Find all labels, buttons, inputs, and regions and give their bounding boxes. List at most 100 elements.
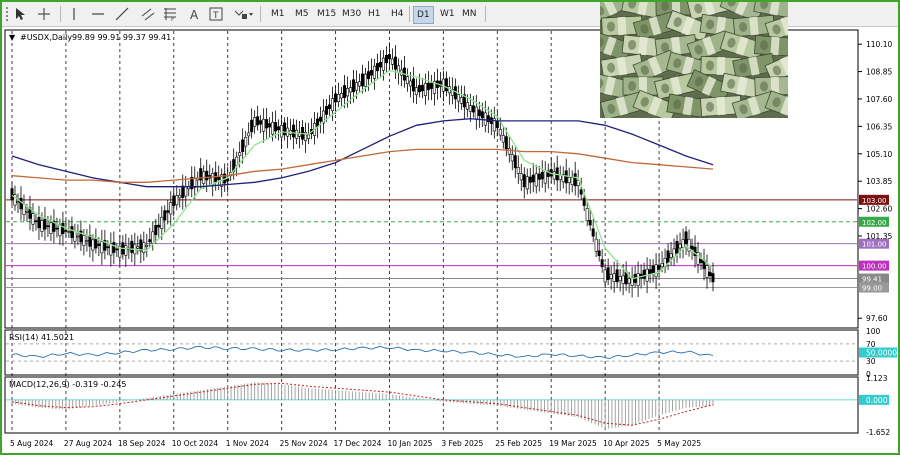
candle-body [346, 88, 350, 97]
candle-body [675, 240, 679, 254]
candle-body [603, 269, 607, 283]
rsi-tick-label: 30 [866, 357, 876, 366]
candle-body [67, 231, 71, 233]
level-tag-label: 99.41 [862, 276, 882, 284]
candle-body [708, 271, 712, 277]
candle-body [636, 273, 640, 286]
time-tick-label: 25 Nov 2024 [280, 439, 328, 448]
candle-body [414, 87, 418, 96]
candle-body [711, 273, 715, 283]
candle-body [537, 173, 541, 180]
macd-tick-label: 0.000 [866, 396, 888, 405]
candle-body [519, 173, 523, 181]
macd-title: MACD(12,26,9) -0.319 -0.245 [9, 380, 126, 389]
candle-body [58, 224, 62, 237]
candle-body [166, 210, 170, 213]
candle-body [525, 176, 529, 190]
candle-body [510, 154, 514, 162]
candle-body [531, 174, 535, 183]
candle-body [660, 263, 664, 268]
candle-body [597, 250, 601, 257]
candle-body [205, 170, 209, 181]
time-tick-label: 19 Mar 2025 [549, 439, 597, 448]
candle-body [426, 82, 430, 91]
time-tick-label: 3 Feb 2025 [441, 439, 483, 448]
candle-body [73, 230, 77, 242]
candle-body [540, 171, 544, 180]
candle-body [175, 195, 179, 206]
candle-body [49, 222, 53, 234]
candle-body [82, 235, 86, 246]
candle-body [10, 188, 14, 200]
candle-body [94, 237, 98, 249]
candle-body [657, 264, 661, 270]
candle-body [468, 105, 472, 112]
candle-body [582, 197, 586, 206]
candle-body [16, 201, 20, 203]
candle-body [124, 245, 128, 256]
candle-body [474, 106, 478, 120]
candle-body [396, 65, 400, 73]
candle-body [244, 137, 248, 147]
candle-body [684, 231, 688, 245]
candle-body [193, 177, 197, 188]
price-tick-label: 108.85 [866, 68, 892, 77]
candle-body [390, 58, 394, 65]
candle-body [358, 81, 362, 87]
candle-body [411, 78, 415, 92]
candle-body [265, 119, 269, 129]
candle-body [600, 259, 604, 268]
rsi-line-path [11, 345, 714, 359]
candle-body [349, 87, 353, 93]
candle-body [328, 104, 332, 110]
candle-body [573, 173, 577, 187]
candle-body [325, 106, 329, 115]
price-tick-label: 105.10 [866, 150, 892, 159]
macd-histogram: 1.123 0.000 -1.652 [6, 374, 890, 437]
candle-body [136, 246, 140, 249]
candle-body [43, 218, 47, 230]
candle-body [106, 246, 110, 249]
candle-body [181, 185, 185, 198]
candle-body [163, 210, 167, 221]
money-stack-image [600, 2, 788, 118]
candle-body [477, 109, 481, 117]
candle-body [319, 116, 323, 122]
candle-body [145, 245, 149, 247]
candle-body [459, 97, 463, 104]
level-tag-label: 99.00 [862, 285, 882, 293]
candle-body [31, 213, 35, 225]
bill-band [716, 56, 726, 76]
candle-body [61, 222, 65, 235]
level-tag-label: 100.00 [862, 263, 887, 271]
candle-body [681, 239, 685, 248]
candle-body [217, 176, 221, 180]
candle-body [699, 258, 703, 263]
candle-body [534, 173, 538, 187]
candle-body [247, 132, 251, 137]
candle-body [570, 177, 574, 186]
level-tag-label: 101.00 [862, 241, 887, 249]
candle-body [97, 243, 101, 246]
time-tick-label: 10 Apr 2025 [603, 439, 650, 448]
candle-body [169, 202, 173, 215]
macd-signal-line [11, 382, 714, 426]
candle-body [64, 230, 68, 232]
price-tick-label: 102.60 [866, 205, 892, 214]
candle-body [552, 171, 556, 180]
candle-body [579, 189, 583, 195]
candle-body [480, 111, 484, 119]
candle-body [241, 139, 245, 152]
candle-body [292, 124, 296, 138]
candle-body [340, 93, 344, 99]
bill-band [749, 16, 759, 36]
candle-body [705, 265, 709, 278]
candle-body [250, 119, 254, 133]
candle-body [612, 273, 616, 282]
bill-band [716, 96, 726, 116]
candle-body [504, 136, 508, 150]
candle-body [690, 245, 694, 250]
candle-body [262, 119, 266, 132]
candle-body [594, 238, 598, 252]
candle-body [283, 122, 287, 136]
